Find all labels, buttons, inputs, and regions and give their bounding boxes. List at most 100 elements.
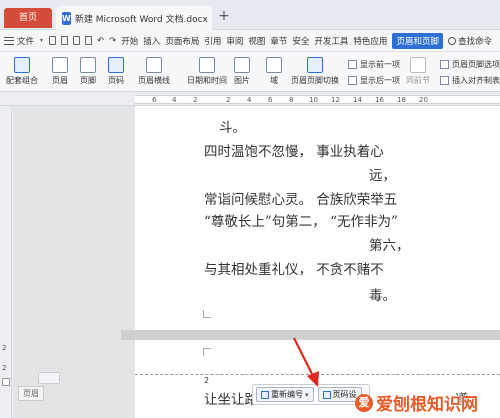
header-floating-toolbar: 重新编号 ▾ 页码设 bbox=[252, 384, 370, 405]
margin-corner-mark bbox=[203, 310, 211, 318]
page-combo-icon bbox=[14, 57, 30, 73]
menu-view[interactable]: 视图 bbox=[248, 35, 265, 47]
picture-button[interactable]: 图片 bbox=[234, 57, 250, 86]
vruler-number: 2 bbox=[2, 364, 7, 372]
header-icon bbox=[52, 57, 68, 73]
page-gap bbox=[121, 330, 500, 340]
export-pdf-icon[interactable] bbox=[61, 36, 69, 45]
hamburger-icon bbox=[4, 36, 14, 45]
menu-page-layout[interactable]: 页面布局 bbox=[165, 35, 199, 47]
horizontal-ruler[interactable]: 6 4 2 2 4 6 8 10 12 14 16 18 20 bbox=[0, 93, 500, 106]
field-button[interactable]: 域 bbox=[266, 57, 282, 86]
print-icon[interactable] bbox=[73, 36, 81, 45]
ruler-number: 4 bbox=[172, 96, 177, 104]
ruler-number: 2 bbox=[226, 96, 231, 104]
vruler-marker[interactable] bbox=[2, 378, 10, 386]
vertical-ruler[interactable]: 2 2 bbox=[0, 106, 12, 418]
vruler-number: 2 bbox=[2, 344, 7, 352]
tab-bar: 首页 W 新建 Microsoft Word 文档.docx + bbox=[0, 0, 500, 30]
page-1[interactable]: 斗。 四时温饱不忽慢， 事业执着心 远， 常诣问候慰心灵。 合族欣荣举五 “尊敬… bbox=[135, 106, 500, 330]
header-line-icon bbox=[146, 57, 162, 73]
ruler-number: 16 bbox=[375, 96, 384, 104]
tab-document[interactable]: W 新建 Microsoft Word 文档.docx bbox=[56, 6, 212, 30]
datetime-button[interactable]: 日期和时间 bbox=[187, 57, 227, 86]
new-tab-button[interactable]: + bbox=[216, 8, 232, 24]
search-icon bbox=[447, 36, 456, 45]
menu-review[interactable]: 审阅 bbox=[226, 35, 243, 47]
show-previous-button[interactable]: 显示前一项 bbox=[348, 59, 400, 70]
footer-icon bbox=[80, 57, 96, 73]
redo-icon[interactable]: ↷ bbox=[109, 36, 116, 46]
picture-icon bbox=[234, 57, 250, 73]
tab-document-title: 新建 Microsoft Word 文档.docx bbox=[74, 14, 208, 25]
options-icon bbox=[440, 60, 449, 69]
header-footer-options-button[interactable]: 页眉页脚选项 bbox=[440, 59, 500, 70]
word-document-icon: W bbox=[62, 11, 71, 25]
doc-line[interactable]: 四时温饱不忽慢， 事业执着心 bbox=[204, 140, 384, 160]
print-preview-icon[interactable] bbox=[85, 36, 93, 45]
ruler-number: 4 bbox=[247, 96, 252, 104]
page-number-combo-button[interactable]: 配套组合 bbox=[6, 57, 38, 86]
menu-developer[interactable]: 开发工具 bbox=[314, 35, 348, 47]
ruler-number: 20 bbox=[419, 96, 428, 104]
ruler-number: 8 bbox=[289, 96, 294, 104]
header-tag-icon[interactable] bbox=[38, 372, 60, 384]
switch-icon bbox=[307, 57, 323, 73]
page-number-button[interactable]: 页码 bbox=[108, 57, 124, 86]
doc-line[interactable]: 与其相处重礼仪， 不贪不赌不 bbox=[204, 258, 384, 278]
page-number-text[interactable]: 2 bbox=[204, 376, 209, 385]
doc-line[interactable]: 毒。 bbox=[369, 284, 396, 304]
ruler-number: 14 bbox=[353, 96, 362, 104]
doc-line[interactable]: 常诣问候慰心灵。 合族欣荣举五 bbox=[204, 188, 397, 208]
search-command[interactable]: 查找命令 bbox=[447, 35, 500, 47]
watermark: 爱 爱刨根知识网 bbox=[355, 390, 478, 415]
menu-section[interactable]: 章节 bbox=[270, 35, 287, 47]
page-settings-icon bbox=[322, 390, 331, 399]
chevron-down-icon: ▾ bbox=[40, 37, 44, 44]
page-number-icon bbox=[108, 57, 124, 73]
show-next-button[interactable]: 显示后一项 bbox=[348, 75, 400, 86]
ruler-number: 12 bbox=[331, 96, 340, 104]
document-canvas[interactable]: 斗。 四时温饱不忽慢， 事业执着心 远， 常诣问候慰心灵。 合族欣荣举五 “尊敬… bbox=[13, 106, 500, 418]
renumber-button[interactable]: 重新编号 ▾ bbox=[256, 387, 314, 402]
footer-button[interactable]: 页脚 bbox=[80, 57, 96, 86]
margin-corner-mark bbox=[203, 348, 211, 356]
menu-bar: 文件 ▾ ↶ ↷ 开始 插入 页面布局 引用 审阅 视图 章节 安全 开发工具 … bbox=[0, 30, 500, 52]
header-button[interactable]: 页眉 bbox=[52, 57, 68, 86]
ruler-number: 2 bbox=[193, 96, 198, 104]
doc-line[interactable]: 让坐让路 bbox=[204, 388, 258, 408]
search-label: 查找命令 bbox=[457, 36, 492, 47]
file-menu[interactable]: 文件 ▾ bbox=[4, 35, 43, 47]
save-icon[interactable] bbox=[49, 36, 57, 45]
previous-icon bbox=[348, 60, 357, 69]
tab-home[interactable]: 首页 bbox=[4, 8, 52, 28]
doc-line[interactable]: 远， bbox=[369, 164, 396, 184]
page-settings-label: 页码设 bbox=[332, 390, 357, 399]
ruler-number: 10 bbox=[309, 96, 318, 104]
watermark-text: 爱刨根知识网 bbox=[376, 395, 478, 415]
next-icon bbox=[348, 76, 357, 85]
file-menu-label: 文件 bbox=[17, 36, 35, 47]
same-as-previous-button[interactable]: 同前节 bbox=[406, 57, 430, 86]
doc-line[interactable]: 斗。 bbox=[219, 116, 246, 136]
link-icon bbox=[410, 57, 426, 73]
doc-line[interactable]: 第六， bbox=[369, 234, 410, 254]
ruler-number: 6 bbox=[268, 96, 273, 104]
menu-features[interactable]: 特色应用 bbox=[353, 35, 387, 47]
watermark-logo: 爱 bbox=[355, 393, 373, 412]
renumber-icon bbox=[261, 390, 269, 399]
doc-line[interactable]: “尊敬长上”句第二， “无作非为” bbox=[204, 210, 398, 230]
switch-header-footer-button[interactable]: 页眉页脚切换 bbox=[291, 57, 339, 86]
insert-align-tab-button[interactable]: 插入对齐制表 bbox=[440, 75, 500, 86]
ruler-number: 6 bbox=[152, 96, 157, 104]
ribbon-header-footer: 配套组合 页眉 页脚 页码 页眉横线 日期和时间 图片 域 页眉页脚切换 显示前… bbox=[0, 52, 500, 92]
menu-security[interactable]: 安全 bbox=[292, 35, 309, 47]
menu-references[interactable]: 引用 bbox=[204, 35, 221, 47]
chevron-down-icon: ▾ bbox=[305, 390, 309, 399]
menu-home[interactable]: 开始 bbox=[121, 35, 138, 47]
undo-icon[interactable]: ↶ bbox=[97, 36, 104, 46]
menu-insert[interactable]: 插入 bbox=[143, 35, 160, 47]
menu-header-footer[interactable]: 页眉和页脚 bbox=[392, 32, 443, 49]
header-line-button[interactable]: 页眉横线 bbox=[138, 57, 170, 86]
ruler-number: 18 bbox=[397, 96, 406, 104]
